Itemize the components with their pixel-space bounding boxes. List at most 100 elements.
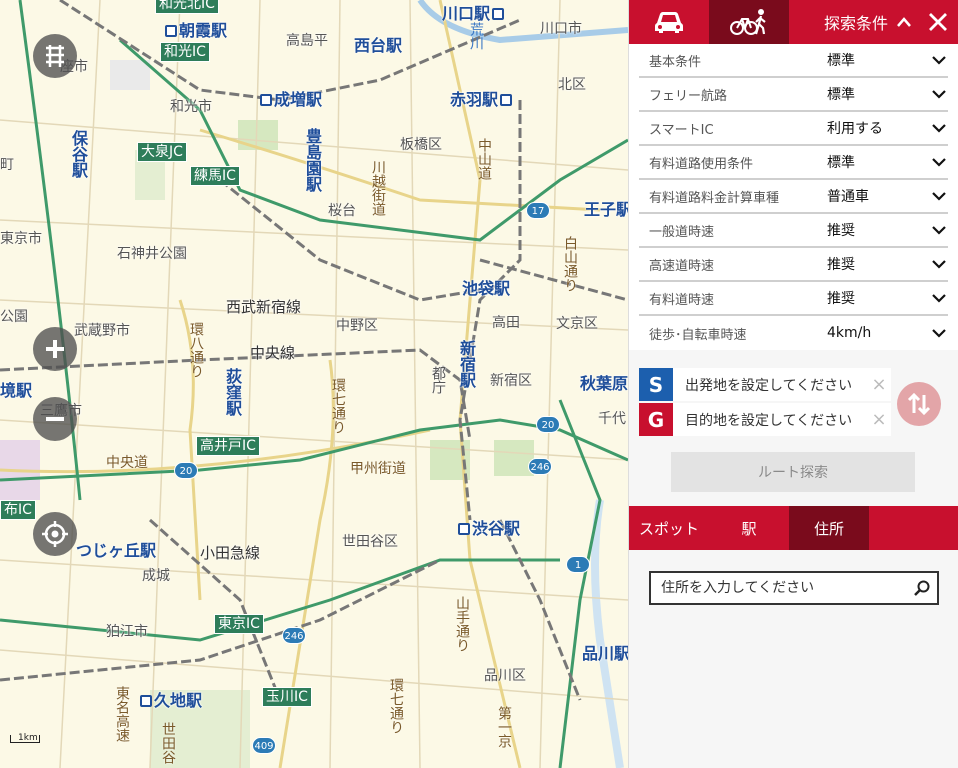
station-shinjuku[interactable]: 新宿駅	[454, 340, 478, 388]
bike-walk-mode-button[interactable]	[709, 0, 789, 44]
current-location-button[interactable]	[33, 512, 77, 556]
area-label: 東京市	[0, 231, 42, 247]
route-shield: 246	[528, 458, 552, 475]
area-label: 板橋区	[400, 137, 442, 153]
chevron-up-icon	[897, 17, 911, 27]
minus-icon	[46, 417, 64, 421]
station-oji[interactable]: 王子駅	[584, 196, 628, 220]
road-label: 中山道	[476, 138, 492, 180]
ic-wakokita[interactable]: 和光北IC	[155, 0, 219, 14]
setting-walk-bike-speed[interactable]: 徒歩･自転車時速 4km/h	[639, 316, 948, 350]
station-asaka[interactable]: 朝霞駅	[165, 17, 227, 41]
tab-spot[interactable]: スポット	[629, 506, 709, 550]
destination-field[interactable]: 目的地を設定してください	[673, 410, 867, 430]
search-settings-list: 基本条件 標準 フェリー航路 標準 スマートIC 利用する 有料道路使用条件 標準 有料…	[629, 44, 958, 350]
scale-label: 1km	[18, 733, 38, 743]
area-label: 千代	[598, 411, 626, 427]
address-input[interactable]	[651, 580, 907, 596]
station-ogikubo[interactable]: 荻窪駅	[220, 368, 244, 416]
station-icon	[140, 695, 152, 707]
ic-takaido[interactable]: 高井戸IC	[196, 436, 260, 456]
station-akabane[interactable]: 赤羽駅	[450, 86, 514, 110]
ic-tokyo[interactable]: 東京IC	[214, 614, 264, 634]
station-shibuya[interactable]: 渋谷駅	[458, 515, 520, 539]
road-label: 環七通り	[388, 678, 404, 734]
route-shield: 17	[526, 202, 550, 219]
ic-oizumi[interactable]: 大泉JC	[137, 142, 187, 162]
station-toshimaen[interactable]: 豊島園駅	[300, 128, 324, 192]
ic-nerima[interactable]: 練馬IC	[190, 166, 240, 186]
chevron-down-icon	[930, 55, 948, 65]
map-canvas[interactable]: 朝霞駅 成増駅 西台駅 赤羽駅 川口駅 豊島園駅 池袋駅 新宿駅 荻窪駅 渋谷駅…	[0, 0, 628, 768]
station-ikebukuro[interactable]: 池袋駅	[462, 275, 510, 299]
setting-toll-speed[interactable]: 有料道時速 推奨	[639, 282, 948, 316]
tab-address[interactable]: 住所	[789, 506, 869, 550]
tab-station[interactable]: 駅	[709, 506, 789, 550]
station-nishidai[interactable]: 西台駅	[354, 32, 402, 56]
setting-smart-ic[interactable]: スマートIC 利用する	[639, 112, 948, 146]
railline-label: 中央線	[250, 344, 296, 362]
route-shield: 20	[174, 462, 198, 479]
road-label: 白山通り	[562, 236, 578, 292]
minor-roads	[0, 0, 628, 768]
area-label: 成城	[142, 568, 170, 584]
area-label: 文京区	[556, 316, 598, 332]
river-label: 荒川	[468, 22, 484, 50]
setting-highway-speed[interactable]: 高速道時速 推奨	[639, 248, 948, 282]
road-label: 中央道	[106, 455, 148, 471]
chevron-down-icon	[930, 293, 948, 303]
swap-origin-destination-button[interactable]	[897, 382, 941, 426]
road-label: 山手通り	[454, 596, 470, 652]
station-hoya[interactable]: 保谷駅	[66, 130, 90, 178]
ic-fu[interactable]: 布IC	[0, 500, 36, 520]
setting-ferry[interactable]: フェリー航路 標準	[639, 78, 948, 112]
road-label: 世田谷	[160, 722, 176, 764]
station-tsutsujigaoka[interactable]: つじヶ丘駅	[76, 537, 156, 561]
area-label: 中野区	[336, 318, 378, 334]
origin-badge: S	[639, 368, 673, 401]
area-label: 狛江市	[106, 624, 148, 640]
zoom-in-button[interactable]	[33, 327, 77, 371]
map-scale: 1km	[10, 733, 40, 743]
station-narimasu[interactable]: 成増駅	[260, 86, 322, 110]
route-search-button[interactable]: ルート探索	[671, 452, 915, 492]
ic-tamagawa[interactable]: 玉川IC	[262, 687, 312, 707]
destination-row[interactable]: G 目的地を設定してください ×	[639, 403, 891, 436]
route-search-panel: 探索条件 基本条件 標準 フェリー航路 標準 スマートIC 利用する 有料道路使用条件…	[628, 0, 958, 768]
address-search-box	[649, 571, 939, 605]
station-shinagawa[interactable]: 品川駅	[582, 640, 628, 664]
station-icon	[260, 94, 272, 106]
station-akihabara[interactable]: 秋葉原	[580, 370, 628, 394]
layer-toggle-button[interactable]	[33, 34, 77, 78]
ic-wako[interactable]: 和光IC	[160, 42, 210, 62]
close-panel-button[interactable]	[918, 0, 958, 44]
clear-destination-icon[interactable]: ×	[867, 409, 891, 430]
area-label: 武蔵野市	[74, 323, 130, 339]
search-icon[interactable]	[907, 579, 937, 597]
station-icon	[500, 94, 513, 106]
zoom-out-button[interactable]	[33, 397, 77, 441]
station-musashisakai[interactable]: 境駅	[0, 377, 32, 401]
railline-label: 西武新宿線	[226, 298, 302, 316]
car-mode-button[interactable]	[629, 0, 709, 44]
route-shield: 1	[566, 556, 590, 573]
chevron-down-icon	[930, 328, 948, 338]
clear-origin-icon[interactable]: ×	[867, 374, 891, 395]
setting-general-speed[interactable]: 一般道時速 推奨	[639, 214, 948, 248]
chevron-down-icon	[930, 259, 948, 269]
panel-header: 探索条件	[629, 0, 958, 44]
chevron-down-icon	[930, 225, 948, 235]
station-kuji[interactable]: 久地駅	[140, 687, 202, 711]
setting-toll-vehicle[interactable]: 有料道路料金計算車種 普通車	[639, 180, 948, 214]
origin-field[interactable]: 出発地を設定してください	[673, 375, 867, 395]
area-label: 川口市	[540, 21, 582, 37]
area-label: 高島平	[286, 33, 328, 49]
origin-row[interactable]: S 出発地を設定してください ×	[639, 368, 891, 401]
station-kawaguchi[interactable]: 川口駅	[442, 0, 506, 24]
setting-toll-usage[interactable]: 有料道路使用条件 標準	[639, 146, 948, 180]
route-shield: 409	[252, 737, 276, 754]
bike-walk-icon	[730, 9, 766, 35]
search-conditions-toggle[interactable]: 探索条件	[789, 0, 918, 44]
chevron-down-icon	[930, 89, 948, 99]
setting-basic[interactable]: 基本条件 標準	[639, 44, 948, 78]
